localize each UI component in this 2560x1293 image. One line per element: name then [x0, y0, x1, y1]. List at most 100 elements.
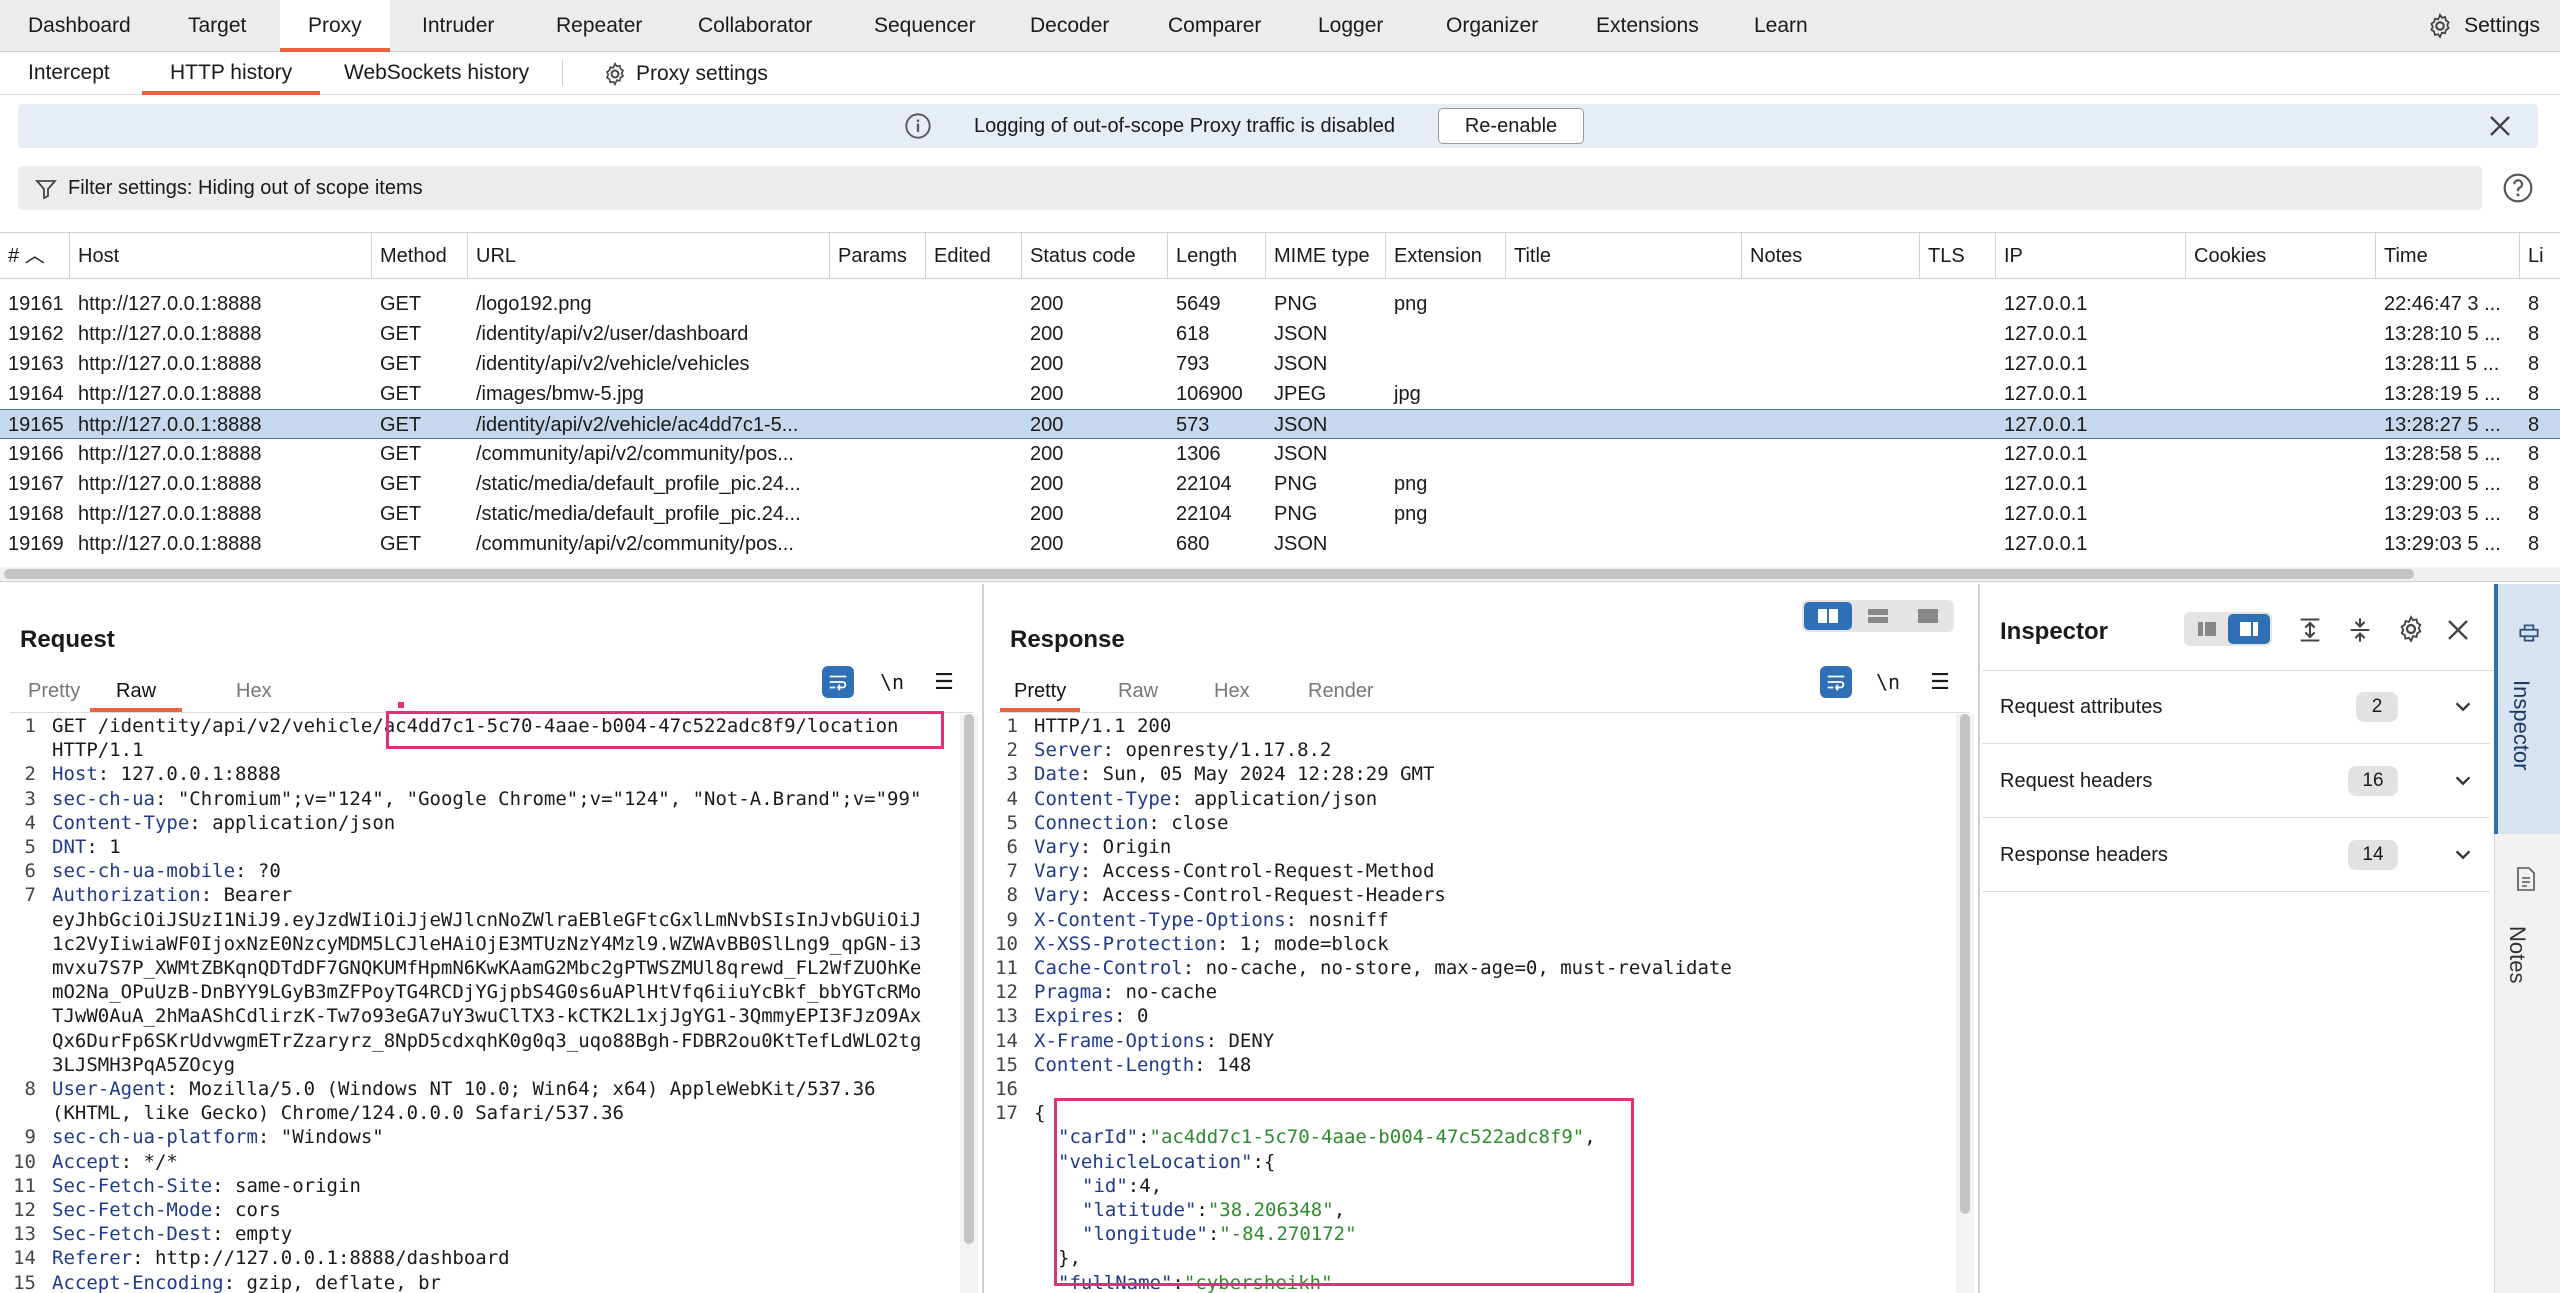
menu-icon[interactable]: ☰	[1924, 666, 1956, 698]
col-tls[interactable]: TLS	[1920, 233, 1996, 279]
tab-hex[interactable]: Hex	[236, 674, 272, 712]
col-cookies[interactable]: Cookies	[2186, 233, 2376, 279]
tab-target[interactable]: Target	[160, 0, 274, 52]
col-status-code[interactable]: Status code	[1022, 233, 1168, 279]
col-title[interactable]: Title	[1506, 233, 1742, 279]
col-method[interactable]: Method	[372, 233, 468, 279]
table-row[interactable]: 19166 http://127.0.0.1:8888 GET/community/…	[0, 439, 2560, 469]
split-horizontal-icon[interactable]	[1804, 602, 1852, 630]
show-newlines-toggle[interactable]: \n	[1872, 666, 1904, 698]
request-editor[interactable]: 1 GET /identity/api/v2/vehicle/ac4dd7c1-5…	[10, 714, 960, 1293]
code-text: TJwW0AuA_2hMaAShCdlirzK-Tw7o93eGA7uY3wuC…	[52, 1004, 921, 1028]
code-token: :	[1102, 739, 1115, 762]
vertical-scrollbar[interactable]	[960, 714, 978, 1293]
split-vertical-icon[interactable]	[1854, 602, 1902, 630]
tab-http-history[interactable]: HTTP history	[142, 52, 321, 95]
code-token: :	[1079, 763, 1092, 786]
word-wrap-toggle[interactable]	[1820, 666, 1852, 698]
table-row[interactable]: 19161 http://127.0.0.1:8888 GET/logo192.pn…	[0, 289, 2560, 319]
tab-comparer[interactable]: Comparer	[1140, 0, 1289, 52]
expand-all-icon[interactable]	[2296, 616, 2324, 644]
tab-render[interactable]: Render	[1308, 674, 1374, 712]
table-row[interactable]: 19169 http://127.0.0.1:8888 GET/community/…	[0, 529, 2560, 559]
line-number: 15	[13, 1271, 36, 1293]
help-icon[interactable]	[2502, 172, 2534, 204]
menu-icon[interactable]: ☰	[928, 666, 960, 698]
tab-intercept[interactable]: Intercept	[0, 52, 138, 95]
tab-proxy[interactable]: Proxy	[280, 0, 390, 52]
tab-intruder[interactable]: Intruder	[394, 0, 522, 52]
tab-logger[interactable]: Logger	[1290, 0, 1411, 52]
table-row[interactable]: 19162 http://127.0.0.1:8888 GET/identity/a…	[0, 319, 2560, 349]
table-row[interactable]: 19163 http://127.0.0.1:8888 GET/identity/a…	[0, 349, 2560, 379]
tab-raw[interactable]: Raw	[90, 674, 183, 712]
tab-sequencer[interactable]: Sequencer	[846, 0, 1004, 52]
cell-time: 22:46:47 3 ...	[2384, 293, 2501, 315]
table-row[interactable]: 19167 http://127.0.0.1:8888 GET/static/med…	[0, 469, 2560, 499]
col-notes[interactable]: Notes	[1742, 233, 1920, 279]
header-value: no-cache	[1114, 981, 1218, 1004]
proxy-settings-button[interactable]: Proxy settings	[578, 52, 792, 95]
header-name: Date	[1034, 763, 1080, 786]
cell-ext: png	[1394, 503, 1428, 525]
list-view-icon[interactable]	[2186, 614, 2228, 644]
cell-mime: JSON	[1274, 323, 1328, 345]
col-params[interactable]: Params	[830, 233, 926, 279]
col-number[interactable]: # ︿	[0, 233, 70, 279]
word-wrap-toggle[interactable]	[822, 666, 854, 698]
scrollbar-thumb[interactable]	[4, 569, 2414, 579]
re-enable-button[interactable]: Re-enable	[1438, 108, 1584, 144]
vertical-scrollbar[interactable]	[1956, 714, 1974, 1293]
table-row[interactable]: 19165 http://127.0.0.1:8888 GET/identity/a…	[0, 409, 2560, 439]
col-ip[interactable]: IP	[1996, 233, 2186, 279]
side-tab-notes[interactable]: Notes	[2494, 846, 2560, 1046]
tab-learn[interactable]: Learn	[1726, 0, 1836, 52]
horizontal-scrollbar[interactable]	[0, 567, 2560, 581]
col-host[interactable]: Host	[70, 233, 372, 279]
filter-icon	[35, 180, 57, 200]
tab-extensions[interactable]: Extensions	[1568, 0, 1727, 52]
code-text: Host: 127.0.0.1:8888	[52, 762, 281, 786]
header-value: Access-Control-Request-Headers	[1091, 884, 1446, 907]
code-text: sec-ch-ua: "Chromium";v="124", "Google C…	[52, 787, 921, 811]
settings-button[interactable]: Settings	[2426, 0, 2540, 52]
scrollbar-thumb[interactable]	[964, 714, 974, 1244]
tab-dashboard[interactable]: Dashboard	[0, 0, 159, 52]
col-time[interactable]: Time	[2376, 233, 2520, 279]
scrollbar-thumb[interactable]	[1960, 714, 1970, 1214]
tab-decoder[interactable]: Decoder	[1002, 0, 1137, 52]
col-mime-type[interactable]: MIME type	[1266, 233, 1386, 279]
col-length[interactable]: Length	[1168, 233, 1266, 279]
tab-repeater[interactable]: Repeater	[528, 0, 670, 52]
show-newlines-toggle[interactable]: \n	[876, 666, 908, 698]
table-row[interactable]: 19168 http://127.0.0.1:8888 GET/static/med…	[0, 499, 2560, 529]
filter-settings-bar[interactable]: Filter settings: Hiding out of scope ite…	[18, 166, 2482, 210]
col-edited[interactable]: Edited	[926, 233, 1022, 279]
tab-hex[interactable]: Hex	[1214, 674, 1250, 712]
tab-pretty[interactable]: Pretty	[1000, 674, 1081, 712]
collapse-all-icon[interactable]	[2346, 616, 2374, 644]
tab-raw[interactable]: Raw	[1118, 674, 1158, 712]
code-line: 10 X-XSS-Protection: 1; mode=block	[992, 932, 1936, 956]
col-extension[interactable]: Extension	[1386, 233, 1506, 279]
tab-organizer[interactable]: Organizer	[1418, 0, 1566, 52]
side-tab-inspector[interactable]: Inspector	[2494, 584, 2560, 834]
tab-websockets-history[interactable]: WebSockets history	[316, 52, 557, 95]
code-line: mO2Na_OPuUzB-DnBYY9LGyB3mZFPoyTG4RCDjYGj…	[10, 980, 960, 1004]
close-icon[interactable]	[2446, 618, 2470, 642]
cell-method: GET	[380, 323, 422, 345]
inspector-request-headers[interactable]: Request headers 16	[1982, 744, 2490, 818]
gear-icon[interactable]	[2396, 614, 2426, 644]
tab-collaborator[interactable]: Collaborator	[670, 0, 840, 52]
wrap-icon	[1827, 675, 1845, 691]
tabbed-layout-icon[interactable]	[1904, 602, 1952, 630]
table-row[interactable]: 19164 http://127.0.0.1:8888 GET/images/bmw…	[0, 379, 2560, 409]
code-text: Date: Sun, 05 May 2024 12:28:29 GMT	[1034, 762, 1434, 786]
inspector-response-headers[interactable]: Response headers 14	[1982, 818, 2490, 892]
close-icon[interactable]	[2488, 114, 2512, 138]
col-listener[interactable]: Li	[2520, 233, 2560, 279]
tab-pretty[interactable]: Pretty	[28, 674, 80, 712]
inspector-request-attributes[interactable]: Request attributes 2	[1982, 670, 2490, 744]
col-url[interactable]: URL	[468, 233, 830, 279]
panel-view-icon[interactable]	[2228, 614, 2270, 644]
